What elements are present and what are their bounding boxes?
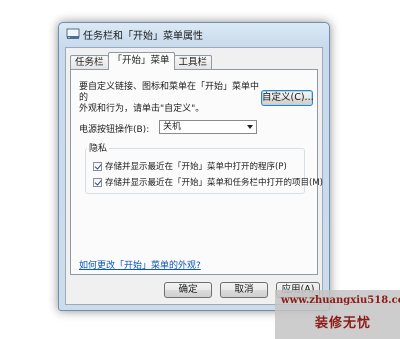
store-items-option[interactable]: 存储并显示最近在「开始」菜单和任务栏中打开的项目(M) [93, 176, 323, 188]
tab-start-menu[interactable]: 「开始」菜单 [107, 52, 175, 70]
store-programs-option[interactable]: 存储并显示最近在「开始」菜单中打开的程序(P) [93, 160, 287, 172]
power-button-label: 电源按钮操作(B): [79, 125, 150, 135]
chevron-down-icon [247, 125, 253, 129]
store-programs-checkbox[interactable] [93, 161, 102, 171]
ok-button[interactable]: 确定 [164, 282, 212, 298]
tab-taskbar[interactable]: 任务栏 [70, 55, 109, 70]
cancel-button[interactable]: 取消 [220, 282, 268, 298]
watermark-url: www.zhuangxiu518.com [281, 295, 400, 306]
watermark-banner: www.zhuangxiu518.com 装修无忧 [275, 290, 400, 339]
tab-toolbars[interactable]: 工具栏 [173, 55, 213, 70]
privacy-group-title: 隐私 [87, 141, 110, 154]
title-bar[interactable]: 任务栏和「开始」菜单属性 [59, 23, 329, 45]
store-items-checkbox[interactable] [93, 177, 102, 187]
power-button-dropdown[interactable]: 关机 [159, 120, 257, 134]
intro-line-1: 要自定义链接、图标和菜单在「开始」菜单中的 [79, 82, 260, 103]
window-title: 任务栏和「开始」菜单属性 [83, 31, 203, 42]
properties-window: 任务栏和「开始」菜单属性 任务栏 「开始」菜单 工具栏 要自定义链接、图标和菜单… [58, 22, 330, 311]
power-button-value: 关机 [163, 122, 182, 132]
help-link[interactable]: 如何更改「开始」菜单的外观? [79, 258, 201, 271]
customize-button[interactable]: 自定义(C)... [261, 90, 314, 106]
store-programs-label: 存储并显示最近在「开始」菜单中打开的程序(P) [105, 162, 287, 172]
start-menu-panel: 要自定义链接、图标和菜单在「开始」菜单中的 外观和行为，请单击"自定义"。 自定… [70, 69, 323, 275]
tab-strip: 任务栏 「开始」菜单 工具栏 [70, 52, 213, 70]
intro-line-2: 外观和行为，请单击"自定义"。 [79, 104, 205, 114]
customize-description: 要自定义链接、图标和菜单在「开始」菜单中的 外观和行为，请单击"自定义"。 [79, 82, 259, 115]
store-items-label: 存储并显示最近在「开始」菜单和任务栏中打开的项目(M) [105, 178, 323, 188]
watermark-text: 装修无忧 [315, 316, 372, 331]
dialog-client-area: 任务栏 「开始」菜单 工具栏 要自定义链接、图标和菜单在「开始」菜单中的 外观和… [65, 47, 323, 305]
taskbar-properties-icon [66, 28, 80, 39]
